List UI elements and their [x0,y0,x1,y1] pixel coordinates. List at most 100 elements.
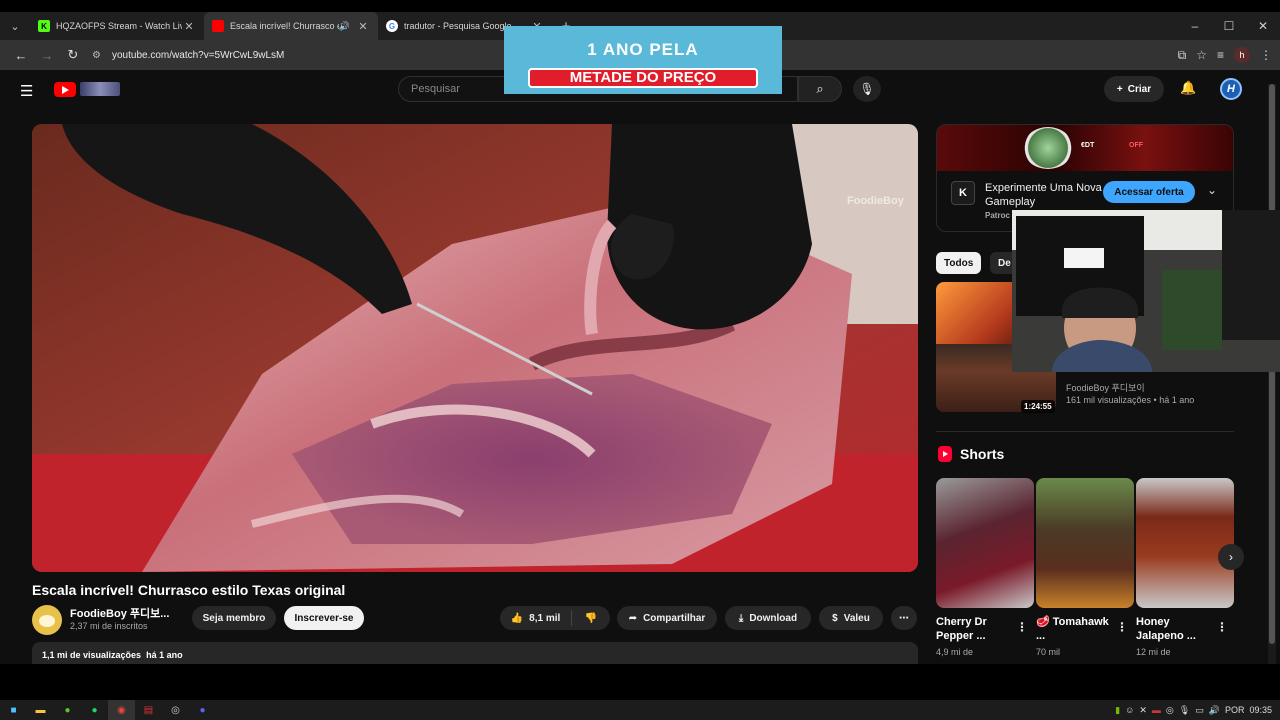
youtube-doodle [80,82,120,96]
windows-taskbar: ■ ▬ ● ● ◉ ▤ ◎ ● ▮ ☺ ✕ ▬ ◎ 🎙 ▭ 🔊 POR 09:3… [0,700,1280,720]
channel-avatar[interactable] [32,605,62,635]
cast-icon[interactable]: ⧉ [1178,48,1187,63]
close-tab-icon[interactable]: ✕ [356,20,370,33]
news-app-icon[interactable]: ▤ [135,700,162,720]
close-tab-icon[interactable]: ✕ [182,20,196,33]
recommended-meta: 161 mil visualizações • há 1 ano [1066,395,1195,405]
like-button[interactable]: 👍 8,1 mil [500,610,572,626]
join-label: Seja membro [202,612,266,624]
file-explorer-icon[interactable]: ▬ [27,700,54,720]
browser-tab[interactable]: K HQZAOFPS Stream - Watch Live ✕ [30,12,204,40]
channel-name[interactable]: FoodieBoy 푸디보... [70,605,169,621]
tray-nvidia-icon[interactable]: ▮ [1115,705,1120,716]
chip-label: Todos [944,257,974,269]
tab-title: HQZAOFPS Stream - Watch Live [56,21,182,31]
speaker-icon[interactable]: 🔊 [339,21,350,32]
dislike-button[interactable]: 👎 [572,613,610,624]
short-title[interactable]: Honey Jalapeno ... [1136,615,1220,643]
site-info-icon[interactable]: ⚙ [92,50,112,61]
chevron-down-icon[interactable]: ⌄ [1207,183,1217,197]
page-scrollbar[interactable] [1268,84,1276,664]
video-player[interactable]: FoodieBoy [32,124,918,572]
video-frame: FoodieBoy [32,124,918,572]
windows-start-icon[interactable]: ■ [0,700,27,720]
like-count: 8,1 mil [529,612,561,624]
ad-banner[interactable]: €DT OFF [937,125,1233,171]
recommended-channel[interactable]: FoodieBoy 푸디보이 [1066,381,1145,394]
sponsored-label: Patroc [985,211,1010,220]
browser-tab-active[interactable]: Escala incrível! Churrasco estilo Texas … [204,12,378,40]
chip-all[interactable]: Todos [936,252,982,274]
promo-line-2: METADE DO PREÇO [528,68,758,88]
promo-overlay: 1 ANO PELA METADE DO PREÇO [504,26,782,94]
microphone-icon: 🎙 [859,82,875,96]
more-actions-button[interactable]: ⋯ [891,606,917,630]
create-button[interactable]: + Criar [1104,76,1164,102]
download-button[interactable]: ⤓ Download [725,606,811,630]
subscribe-button[interactable]: Inscrever-se [284,606,364,630]
language-indicator[interactable]: POR [1225,705,1245,715]
short-thumbnail[interactable] [1036,478,1134,608]
channel-watermark: FoodieBoy [847,195,905,207]
more-vertical-icon[interactable]: ⋮ [1016,620,1028,634]
webcam-overlay [1012,210,1280,372]
plus-icon: + [1116,83,1123,95]
video-duration-badge: 1:24:55 [1021,400,1055,413]
share-button[interactable]: ➦ Compartilhar [617,606,717,630]
join-button[interactable]: Seja membro [192,606,276,630]
close-window-icon[interactable]: ✕ [1246,19,1280,33]
steam-icon[interactable]: ◎ [162,700,189,720]
tray-discord-icon[interactable]: ☺ [1125,705,1134,715]
tray-network-icon[interactable]: ✕ [1139,705,1147,716]
short-title[interactable]: Cherry Dr Pepper ... [936,615,1020,643]
notifications-bell-icon[interactable]: 🔔 [1180,80,1196,96]
forward-icon[interactable]: → [34,48,60,63]
download-icon: ⤓ [738,612,744,624]
tray-volume-icon[interactable]: 🔊 [1209,705,1220,716]
thanks-button[interactable]: $ Valeu [819,606,883,630]
system-tray: ▮ ☺ ✕ ▬ ◎ 🎙 ▭ 🔊 POR 09:35 [1115,705,1280,716]
shorts-title: Shorts [960,446,1005,462]
extensions-icon[interactable]: ≡ [1217,48,1224,62]
share-label: Compartilhar [643,612,706,624]
xbox-icon[interactable]: ● [54,700,81,720]
back-icon[interactable]: ← [8,48,34,63]
tray-monitor-icon[interactable]: ▭ [1195,705,1204,716]
account-avatar[interactable]: H [1220,78,1242,100]
spotify-icon[interactable]: ● [81,700,108,720]
bookmark-star-icon[interactable]: ☆ [1196,48,1207,62]
voice-search-button[interactable]: 🎙 [853,76,881,102]
upload-age: há 1 ano [146,650,183,660]
short-thumbnail[interactable] [936,478,1034,608]
short-title[interactable]: 🥩 Tomahawk ... [1036,615,1120,643]
thumbs-up-icon: 👍 [510,612,524,624]
tab-search-chevron-icon[interactable]: ⌄ [0,12,30,40]
more-vertical-icon[interactable]: ⋮ [1216,620,1228,634]
tray-app-icon[interactable]: ▬ [1152,705,1161,715]
youtube-logo[interactable] [54,81,120,97]
description-box[interactable]: 1,1 mi de visualizações há 1 ano [32,642,918,664]
chrome-icon[interactable]: ◉ [108,700,135,720]
reload-icon[interactable]: ↻ [60,47,86,63]
ad-banner-tag: €DT [1081,141,1095,149]
search-button[interactable]: ⌕ [798,76,842,102]
discord-icon[interactable]: ● [189,700,216,720]
browser-profile-avatar[interactable]: h [1234,47,1250,63]
clock[interactable]: 09:35 [1249,705,1272,715]
advertiser-logo[interactable]: K [951,181,975,205]
more-vertical-icon[interactable]: ⋮ [1116,620,1128,634]
menu-icon[interactable]: ☰ [20,82,33,100]
tray-mic-icon[interactable]: 🎙 [1179,705,1190,716]
ad-title[interactable]: Experimente Uma Nova Gameplay [985,181,1105,209]
tray-steam-icon[interactable]: ◎ [1166,705,1174,716]
chevron-right-icon[interactable]: › [1218,544,1244,570]
url-text: youtube.com/watch?v=5WrCwL9wLsM [112,49,285,61]
short-views: 12 mi de [1136,647,1171,657]
browser-menu-icon[interactable]: ⋮ [1260,48,1272,62]
short-thumbnail[interactable] [1136,478,1234,608]
short-views: 70 mil [1036,647,1061,657]
ad-cta-button[interactable]: Acessar oferta [1103,181,1195,203]
ad-banner-image [1023,127,1073,169]
minimize-icon[interactable]: – [1178,19,1212,33]
maximize-icon[interactable]: ☐ [1212,19,1246,33]
